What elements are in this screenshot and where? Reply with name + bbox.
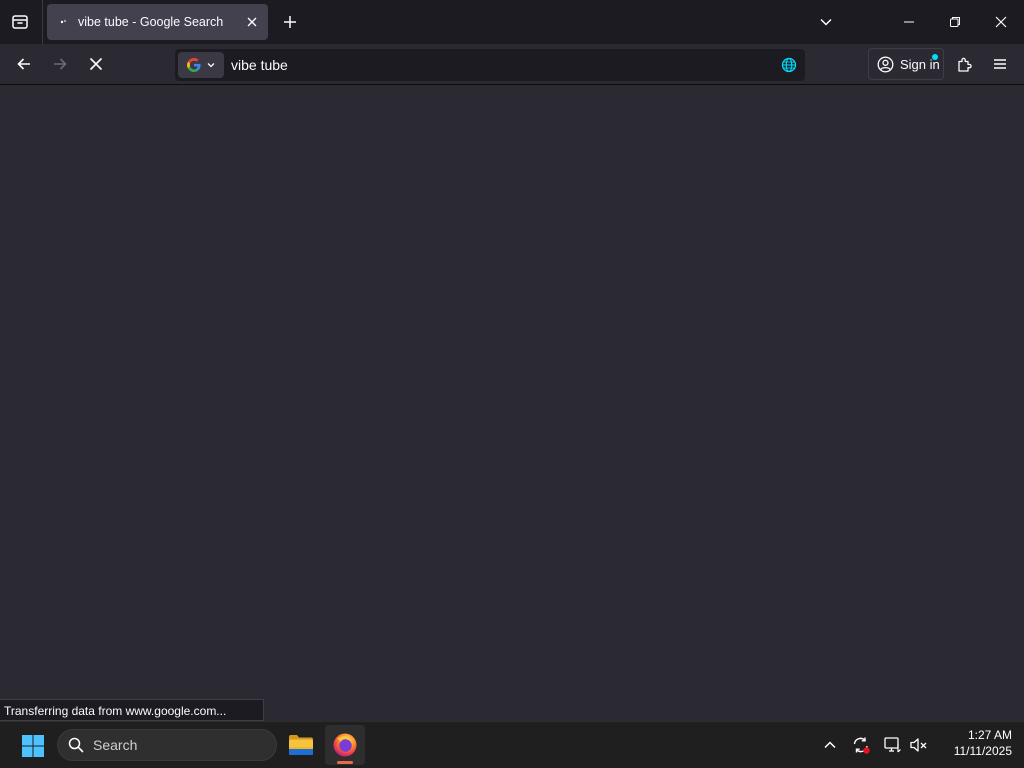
search-icon <box>68 737 84 753</box>
taskbar-app-file-explorer[interactable] <box>281 725 321 765</box>
clock-time: 1:27 AM <box>967 728 1012 742</box>
search-label: Search <box>93 737 138 753</box>
tab-strip: vibe tube - Google Search <box>0 0 1024 44</box>
close-window-button[interactable] <box>978 0 1024 44</box>
minimize-button[interactable] <box>886 0 932 44</box>
tab-active[interactable]: vibe tube - Google Search <box>47 4 268 40</box>
firefox-view-icon <box>12 15 28 29</box>
clock-date: 11/11/2025 <box>953 744 1012 758</box>
loading-favicon-icon <box>56 14 72 30</box>
app-menu-button[interactable] <box>984 48 1016 80</box>
arrow-left-icon <box>17 58 30 70</box>
notification-dot <box>932 54 938 60</box>
firefox-icon <box>333 733 357 757</box>
search-engine-selector[interactable] <box>178 52 224 78</box>
volume-muted-icon <box>910 738 927 752</box>
firefox-view-button[interactable] <box>4 6 36 38</box>
extensions-button[interactable] <box>948 48 980 80</box>
close-icon <box>247 17 257 27</box>
stop-icon <box>89 57 103 71</box>
restore-icon <box>950 17 960 27</box>
arrow-right-icon <box>54 58 67 70</box>
windows-logo-icon <box>22 735 44 757</box>
back-button[interactable] <box>8 48 40 80</box>
translate-page-button[interactable] <box>775 51 803 79</box>
page-content <box>0 85 1024 721</box>
tab-title: vibe tube - Google Search <box>78 15 224 29</box>
google-icon <box>187 58 201 72</box>
puzzle-icon <box>957 57 972 72</box>
close-icon <box>995 16 1007 28</box>
tab-close-button[interactable] <box>240 10 264 34</box>
url-bar <box>175 49 805 81</box>
taskbar: Search 1:27 AM 11/11/2025 <box>0 721 1024 768</box>
chevron-up-icon <box>824 741 836 749</box>
tab-divider <box>42 0 43 44</box>
network-button[interactable] <box>879 730 907 760</box>
chevron-down-icon <box>820 18 832 26</box>
restore-button[interactable] <box>932 0 978 44</box>
network-icon <box>884 737 901 753</box>
forward-button[interactable] <box>44 48 76 80</box>
active-app-indicator <box>337 761 353 764</box>
volume-button[interactable] <box>905 730 933 760</box>
account-icon <box>877 56 894 72</box>
hamburger-menu-icon <box>994 59 1006 69</box>
list-all-tabs-button[interactable] <box>810 6 842 38</box>
sync-error-icon <box>853 737 870 754</box>
status-panel: Transferring data from www.google.com... <box>0 699 264 721</box>
new-tab-button[interactable] <box>274 6 306 38</box>
url-input[interactable] <box>231 57 775 73</box>
globe-icon <box>781 57 797 73</box>
plus-icon <box>284 16 296 28</box>
start-button[interactable] <box>14 727 52 765</box>
folder-icon <box>289 735 313 755</box>
taskbar-app-firefox[interactable] <box>325 725 365 765</box>
minimize-icon <box>904 21 914 23</box>
nav-bar: Sign in <box>0 44 1024 85</box>
chevron-down-icon <box>207 63 215 68</box>
stop-button[interactable] <box>80 48 112 80</box>
taskbar-search-box[interactable]: Search <box>57 729 277 761</box>
sign-in-button[interactable]: Sign in <box>868 48 944 80</box>
show-hidden-icons-button[interactable] <box>816 730 844 760</box>
sync-status-button[interactable] <box>847 730 875 760</box>
taskbar-clock[interactable]: 1:27 AM 11/11/2025 <box>936 727 1012 763</box>
